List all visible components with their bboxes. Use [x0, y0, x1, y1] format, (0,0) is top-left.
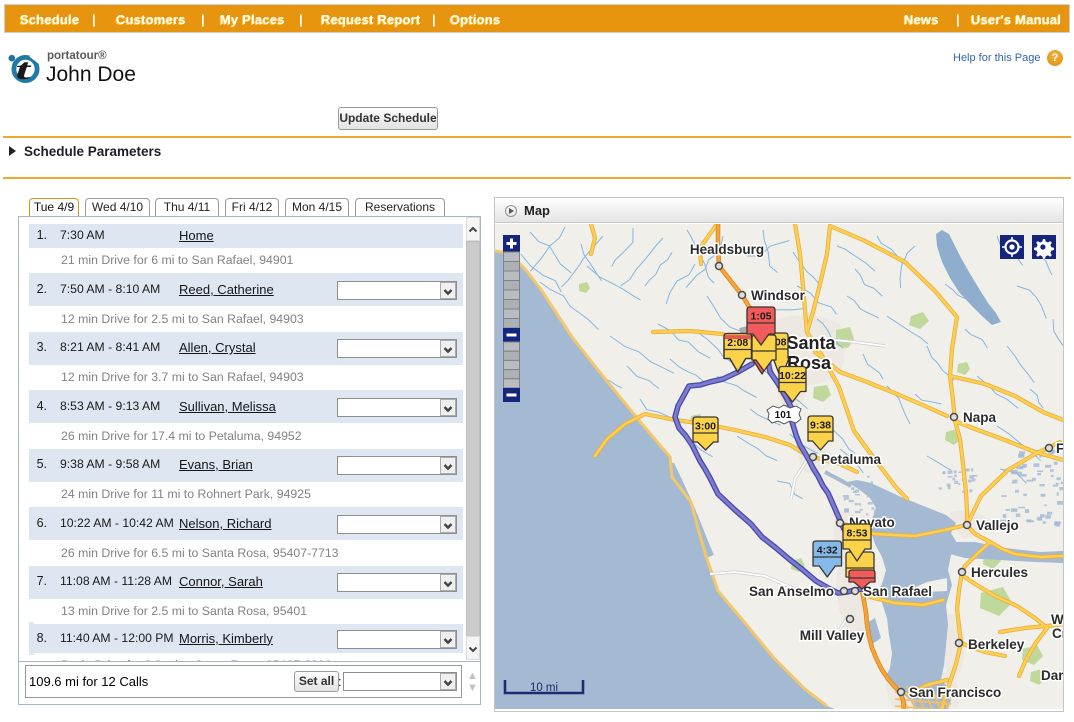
svg-text:Cr: Cr: [1052, 626, 1063, 641]
svg-text:Vallejo: Vallejo: [976, 518, 1019, 533]
svg-text:9:38: 9:38: [810, 420, 831, 432]
svg-text:t: t: [15, 53, 31, 86]
svg-text:2:08: 2:08: [727, 337, 748, 349]
svg-text:San Anselmo: San Anselmo: [749, 584, 834, 599]
svg-text:San Francisco: San Francisco: [909, 685, 1001, 700]
svg-text:Dan: Dan: [1041, 668, 1063, 683]
svg-text:San Rafael: San Rafael: [863, 584, 932, 599]
svg-text:Petaluma: Petaluma: [821, 452, 882, 467]
svg-text:101: 101: [775, 410, 792, 421]
svg-text:F: F: [1056, 441, 1063, 456]
svg-text:Hercules: Hercules: [971, 565, 1028, 580]
svg-text:Mill Valley: Mill Valley: [800, 628, 865, 643]
svg-text:Healdsburg: Healdsburg: [690, 242, 764, 257]
svg-text:Windsor: Windsor: [751, 288, 806, 303]
svg-text:Napa: Napa: [963, 410, 997, 425]
svg-text:10:22: 10:22: [779, 370, 806, 382]
svg-text:4:32: 4:32: [817, 545, 838, 557]
svg-text:3:00: 3:00: [695, 421, 716, 433]
svg-text:8:53: 8:53: [846, 528, 867, 540]
svg-text:1:05: 1:05: [750, 311, 771, 323]
svg-text:10 mi: 10 mi: [530, 682, 558, 694]
svg-text:W: W: [1051, 612, 1063, 627]
svg-text:Berkeley: Berkeley: [968, 637, 1025, 652]
svg-text:Santa: Santa: [786, 333, 836, 353]
